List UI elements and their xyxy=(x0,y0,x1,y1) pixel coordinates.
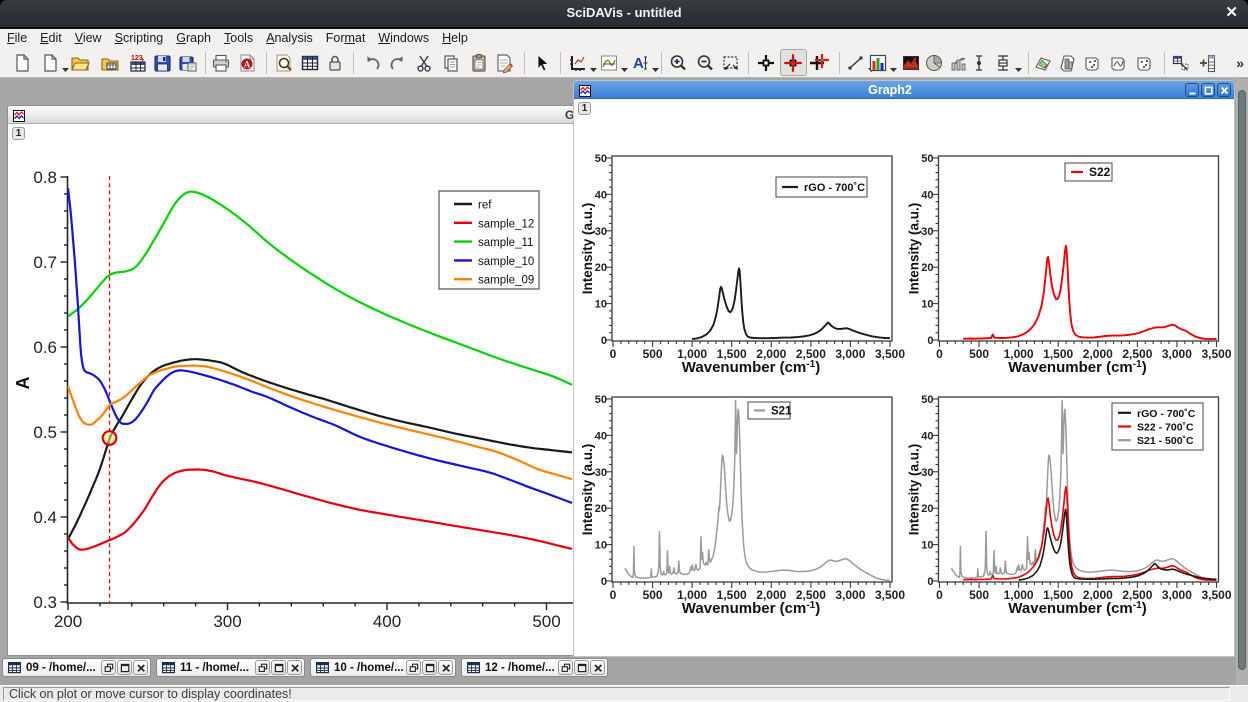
svg-text:0: 0 xyxy=(927,335,933,347)
svg-text:sample_11: sample_11 xyxy=(478,237,533,249)
svg-text:500: 500 xyxy=(532,612,560,631)
svg-text:sample_10: sample_10 xyxy=(478,256,534,268)
svg-text:A: A xyxy=(244,60,251,70)
svg-text:10: 10 xyxy=(921,299,933,311)
svg-text:10: 10 xyxy=(595,540,607,552)
svg-text:200: 200 xyxy=(54,612,82,631)
svg-text:300: 300 xyxy=(213,612,241,631)
svg-text:0.3: 0.3 xyxy=(33,593,57,612)
svg-text:ref: ref xyxy=(478,200,492,212)
svg-text:rGO - 700˚C: rGO - 700˚C xyxy=(1137,408,1196,420)
svg-text:0: 0 xyxy=(601,576,607,588)
svg-text:0: 0 xyxy=(601,335,607,347)
svg-text:Wavenumber (cm-1): Wavenumber (cm-1) xyxy=(1008,600,1146,617)
svg-text:S22 - 700˚C: S22 - 700˚C xyxy=(1137,422,1194,434)
svg-text:S21: S21 xyxy=(771,406,792,418)
svg-text:20: 20 xyxy=(595,262,607,274)
svg-text:30: 30 xyxy=(595,467,607,479)
svg-text:0: 0 xyxy=(610,347,617,361)
svg-text:Intensity (a.u.): Intensity (a.u.) xyxy=(580,444,595,536)
svg-text:Intensity (a.u.): Intensity (a.u.) xyxy=(907,203,922,295)
svg-text:3,500: 3,500 xyxy=(1201,347,1231,361)
svg-text:Wavenumber (cm-1): Wavenumber (cm-1) xyxy=(682,359,820,376)
svg-text:40: 40 xyxy=(595,189,607,201)
svg-text:3,500: 3,500 xyxy=(875,347,905,361)
svg-text:10: 10 xyxy=(595,299,607,311)
svg-text:500: 500 xyxy=(969,347,989,361)
svg-text:sample_12: sample_12 xyxy=(478,218,534,230)
svg-text:0.5: 0.5 xyxy=(33,423,57,442)
svg-text:A: A xyxy=(13,377,33,390)
svg-text:123: 123 xyxy=(131,55,143,62)
svg-text:0: 0 xyxy=(927,576,933,588)
svg-text:Intensity (a.u.): Intensity (a.u.) xyxy=(907,444,922,536)
svg-text:3,000: 3,000 xyxy=(1162,588,1192,602)
svg-text:3,000: 3,000 xyxy=(835,588,865,602)
svg-text:50: 50 xyxy=(921,394,933,406)
svg-text:Wavenumber (cm-1): Wavenumber (cm-1) xyxy=(1008,359,1146,376)
svg-text:S21 - 500˚C: S21 - 500˚C xyxy=(1137,435,1194,447)
svg-text:S22: S22 xyxy=(1089,165,1111,179)
svg-text:20: 20 xyxy=(921,262,933,274)
svg-text:40: 40 xyxy=(921,430,933,442)
svg-text:0.7: 0.7 xyxy=(33,253,57,272)
svg-text:500: 500 xyxy=(643,588,663,602)
svg-text:30: 30 xyxy=(595,226,607,238)
svg-text:3,500: 3,500 xyxy=(1201,588,1231,602)
svg-text:50: 50 xyxy=(921,153,933,165)
svg-text:400: 400 xyxy=(373,612,401,631)
svg-text:0: 0 xyxy=(936,347,943,361)
svg-text:40: 40 xyxy=(595,430,607,442)
svg-text:rGO - 700˚C: rGO - 700˚C xyxy=(804,182,865,194)
svg-text:Wavenumber (cm-1): Wavenumber (cm-1) xyxy=(682,600,820,617)
svg-text:0.8: 0.8 xyxy=(33,168,57,187)
svg-text:0: 0 xyxy=(610,588,617,602)
svg-text:10: 10 xyxy=(921,540,933,552)
svg-text:20: 20 xyxy=(595,503,607,515)
svg-text:20: 20 xyxy=(921,503,933,515)
svg-text:500: 500 xyxy=(969,588,989,602)
svg-text:sample_09: sample_09 xyxy=(478,275,534,287)
svg-text:30: 30 xyxy=(921,467,933,479)
svg-text:3,500: 3,500 xyxy=(875,588,905,602)
svg-text:Intensity (a.u.): Intensity (a.u.) xyxy=(580,203,595,295)
svg-text:50: 50 xyxy=(595,153,607,165)
svg-text:40: 40 xyxy=(921,189,933,201)
svg-text:A: A xyxy=(633,55,644,72)
svg-text:50: 50 xyxy=(595,394,607,406)
svg-text:0.4: 0.4 xyxy=(33,508,57,527)
svg-text:0: 0 xyxy=(936,588,943,602)
svg-text:30: 30 xyxy=(921,226,933,238)
svg-text:0.6: 0.6 xyxy=(33,338,57,357)
svg-text:3,000: 3,000 xyxy=(1162,347,1192,361)
svg-text:500: 500 xyxy=(643,347,663,361)
svg-text:3,000: 3,000 xyxy=(835,347,865,361)
